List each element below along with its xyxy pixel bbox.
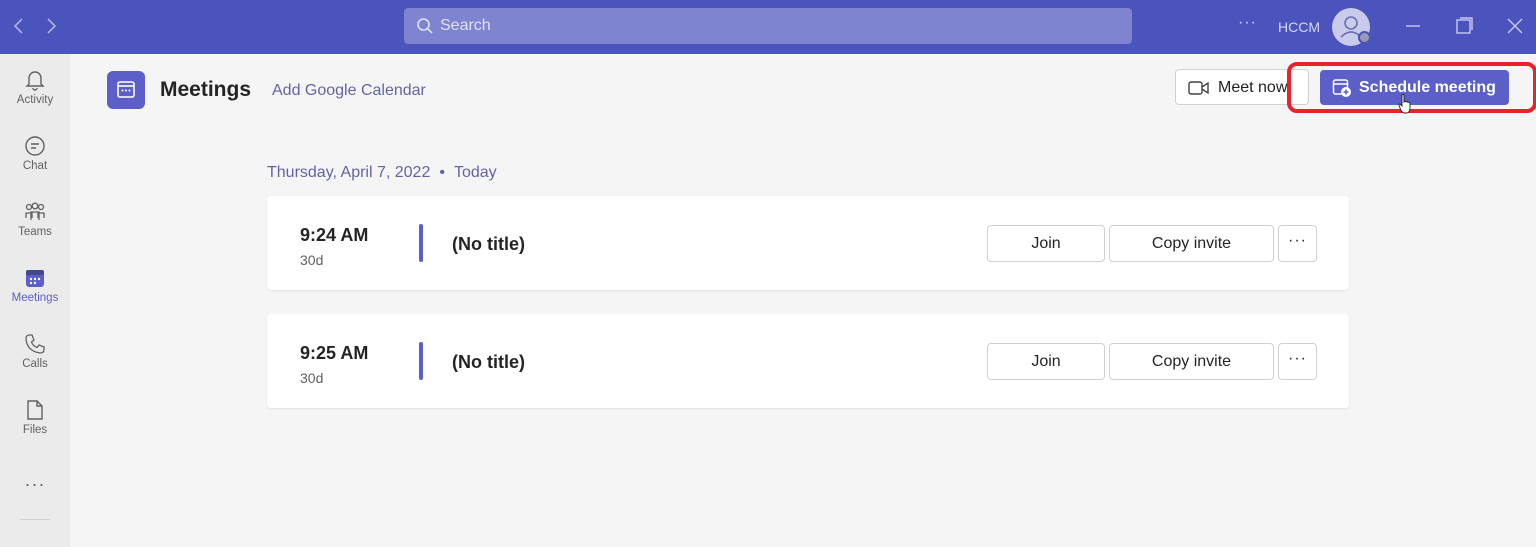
hand-cursor-icon [1398,94,1411,114]
rail-label-calls: Calls [22,358,48,370]
meeting-time: 9:24 AM [300,225,369,245]
rail-item-calls[interactable]: Calls [0,332,70,392]
chat-icon [25,136,45,156]
search-placeholder: Search [440,17,491,34]
join-button[interactable]: Join [987,225,1105,262]
presence-status-icon [1358,31,1371,44]
rail-label-files: Files [22,424,48,436]
copy-invite-button[interactable]: Copy invite [1109,343,1274,380]
more-options-button[interactable]: ··· [1278,343,1317,380]
add-google-calendar-link[interactable]: Add Google Calendar [272,82,426,100]
minimize-icon[interactable] [1398,12,1428,40]
join-button[interactable]: Join [987,343,1105,380]
maximize-icon[interactable] [1449,12,1479,40]
app-rail: Activity Chat Teams Meetings Calls Files… [0,54,70,547]
more-options-icon[interactable]: ··· [1238,14,1257,32]
meeting-title: (No title) [452,352,525,372]
file-icon [27,400,43,420]
meeting-card[interactable]: 9:25 AM 30d (No title) Join Copy invite … [267,314,1349,408]
calendar-icon [26,270,44,287]
rail-item-teams[interactable]: Teams [0,200,70,260]
meeting-duration: 30d [300,370,324,386]
search-bar[interactable]: Search [404,8,1132,44]
agenda-date-header: Thursday, April 7, 2022 • Today [267,164,497,182]
close-icon[interactable] [1500,12,1530,40]
meeting-time: 9:25 AM [300,343,369,363]
back-arrow-icon[interactable] [8,14,30,38]
rail-label-meetings: Meetings [11,292,59,304]
rail-item-meetings[interactable]: Meetings [0,266,70,326]
today-label: Today [453,164,497,181]
bell-icon [25,71,45,91]
meeting-title: (No title) [452,234,525,254]
meeting-duration: 30d [300,252,324,268]
rail-label-chat: Chat [22,160,48,172]
more-options-button[interactable]: ··· [1278,225,1317,262]
meetings-app-icon [107,71,145,109]
copy-invite-button[interactable]: Copy invite [1109,225,1274,262]
agenda-date: Thursday, April 7, 2022 [267,164,431,181]
rail-item-activity[interactable]: Activity [0,68,70,128]
org-name: HCCM [1278,19,1320,35]
meet-now-label: Meet now [1218,79,1288,96]
page-title: Meetings [160,78,252,101]
meeting-card[interactable]: 9:24 AM 30d (No title) Join Copy invite … [267,196,1349,290]
rail-divider [20,519,50,520]
rail-item-files[interactable]: Files [0,398,70,458]
date-separator: • [439,164,445,181]
rail-item-chat[interactable]: Chat [0,134,70,194]
meeting-accent-bar [419,342,423,380]
teams-icon [25,202,45,220]
title-bar: Search ··· HCCM [0,0,1536,54]
search-icon [417,18,433,34]
meeting-accent-bar [419,224,423,262]
more-apps-icon[interactable]: ··· [0,474,70,495]
rail-label-teams: Teams [18,226,52,238]
rail-label-activity: Activity [16,94,54,106]
forward-arrow-icon[interactable] [40,14,62,38]
phone-icon [25,334,45,354]
video-camera-icon [1188,81,1209,95]
